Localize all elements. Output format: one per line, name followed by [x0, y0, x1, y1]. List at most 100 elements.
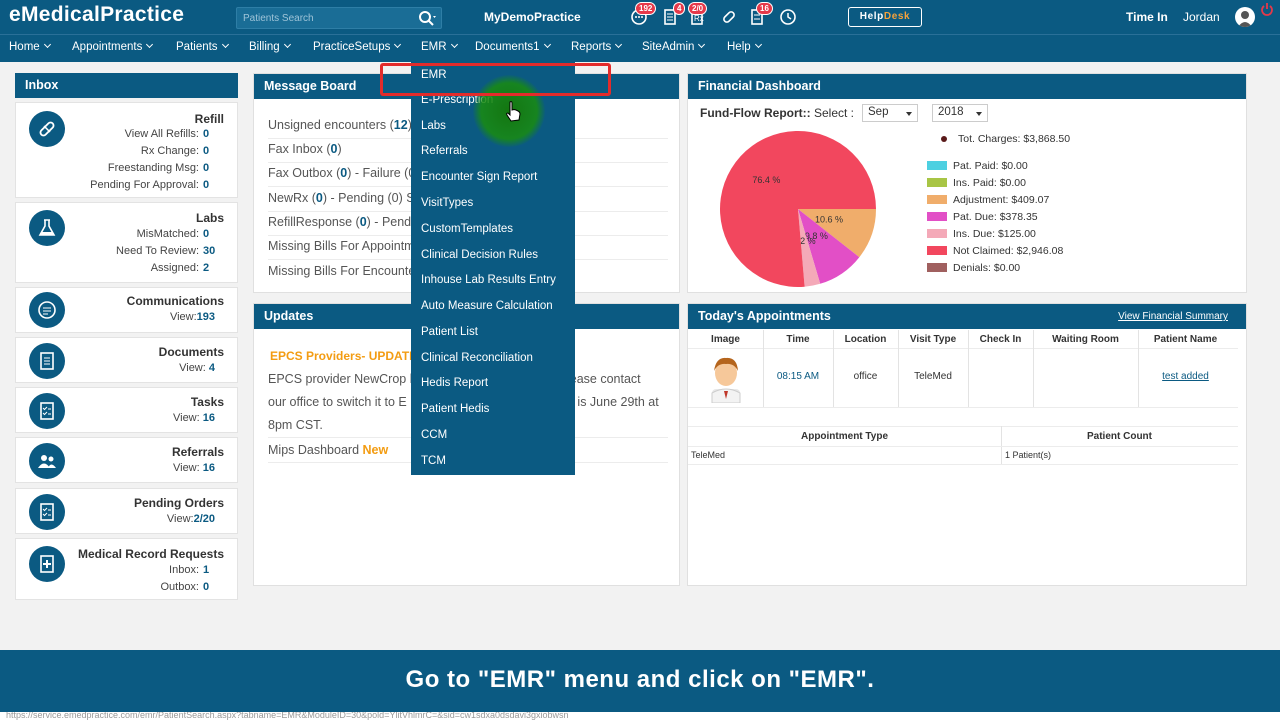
- user-avatar-icon[interactable]: [1235, 7, 1255, 27]
- refill-row-value[interactable]: 0: [203, 179, 215, 191]
- documents-view[interactable]: View: 4: [179, 362, 215, 374]
- refill-row-label[interactable]: Freestanding Msg:: [108, 162, 199, 174]
- menu-item-tcm[interactable]: TCM: [421, 455, 446, 467]
- nav-label: Reports: [571, 41, 612, 53]
- menu-item-clinical-decision-rules[interactable]: Clinical Decision Rules: [421, 249, 538, 261]
- labs-row-label[interactable]: Need To Review:: [116, 245, 199, 257]
- nav-billing[interactable]: Billing: [249, 40, 291, 53]
- menu-item-customtemplates[interactable]: CustomTemplates: [421, 223, 513, 235]
- message-count: 12: [393, 118, 408, 132]
- medical-records-row-value[interactable]: 1: [203, 564, 215, 576]
- legend-item[interactable]: Denials: $0.00: [927, 262, 1020, 274]
- mips-dashboard-link[interactable]: Mips Dashboard New: [268, 443, 388, 457]
- refill-row-label[interactable]: Pending For Approval:: [90, 179, 199, 191]
- menu-item-patient-hedis[interactable]: Patient Hedis: [421, 403, 489, 415]
- legend-item[interactable]: Adjustment: $409.07: [927, 194, 1049, 206]
- legend-item[interactable]: Pat. Due: $378.35: [927, 211, 1038, 223]
- nav-patients[interactable]: Patients: [176, 40, 229, 53]
- menu-item-patient-list[interactable]: Patient List: [421, 326, 478, 338]
- refill-row-label[interactable]: View All Refills:: [125, 128, 199, 140]
- practice-name[interactable]: MyDemoPractice: [484, 10, 581, 24]
- helpdesk-button[interactable]: HelpDesk: [848, 7, 922, 27]
- pill-icon: [29, 111, 65, 147]
- view-value: 2/20: [193, 513, 215, 525]
- labs-row-label[interactable]: MisMatched:: [137, 228, 199, 240]
- message-row[interactable]: Unsigned encounters (12): [268, 118, 412, 132]
- menu-item-inhouse-lab-results[interactable]: Inhouse Lab Results Entry: [421, 274, 556, 286]
- col-header[interactable]: Waiting Room: [1033, 334, 1138, 345]
- tutorial-caption: Go to "EMR" menu and click on "EMR".: [0, 650, 1280, 712]
- nav-home[interactable]: Home: [9, 40, 51, 53]
- total-charges: Tot. Charges: $3,868.50: [940, 133, 1070, 145]
- nav-help[interactable]: Help: [727, 40, 762, 53]
- legend-swatch: [927, 212, 947, 221]
- pill-icon[interactable]: [720, 8, 738, 26]
- year-select[interactable]: 2018: [932, 104, 988, 122]
- nav-emr[interactable]: EMR: [421, 40, 458, 53]
- refill-row-label[interactable]: Rx Change:: [141, 145, 199, 157]
- legend-item[interactable]: Pat. Paid: $0.00: [927, 160, 1028, 172]
- medical-records-row-label[interactable]: Inbox:: [169, 564, 199, 576]
- time-in-button[interactable]: Time In: [1126, 10, 1168, 24]
- menu-item-auto-measure[interactable]: Auto Measure Calculation: [421, 300, 553, 312]
- message-row[interactable]: NewRx (0) - Pending (0) S: [268, 191, 415, 205]
- month-select[interactable]: Sep: [862, 104, 918, 122]
- menu-item-encounter-sign-report[interactable]: Encounter Sign Report: [421, 171, 537, 183]
- labs-row-label[interactable]: Assigned:: [151, 262, 199, 274]
- col-header[interactable]: Patient Name: [1138, 334, 1233, 345]
- message-row[interactable]: RefillResponse (0) - Pendi: [268, 215, 414, 229]
- divider: [898, 330, 899, 408]
- divider: [833, 330, 834, 408]
- appointment-patient-link[interactable]: test added: [1138, 371, 1233, 382]
- col-header[interactable]: Location: [833, 334, 898, 345]
- medical-records-row-label[interactable]: Outbox:: [160, 581, 199, 593]
- helpdesk-label-b: Desk: [883, 11, 911, 22]
- power-icon[interactable]: [1260, 2, 1274, 16]
- user-name[interactable]: Jordan: [1183, 10, 1220, 24]
- nav-appointments[interactable]: Appointments: [72, 40, 154, 53]
- menu-item-clinical-reconciliation[interactable]: Clinical Reconciliation: [421, 352, 533, 364]
- clock-icon[interactable]: [779, 8, 797, 26]
- nav-documents[interactable]: Documents1: [475, 40, 551, 53]
- menu-item-ccm[interactable]: CCM: [421, 429, 447, 441]
- labs-row-value[interactable]: 30: [203, 245, 215, 257]
- communications-view[interactable]: View:193: [170, 311, 215, 323]
- update-text: n is June 29th at: [567, 395, 659, 409]
- col-header[interactable]: Time: [763, 334, 833, 345]
- svg-text:Rx: Rx: [694, 14, 704, 23]
- col-header[interactable]: Check In: [968, 334, 1033, 345]
- message-row[interactable]: Fax Outbox (0) - Failure (0: [268, 166, 415, 180]
- patient-avatar-icon[interactable]: [704, 351, 748, 403]
- legend-item[interactable]: Ins. Due: $125.00: [927, 228, 1036, 240]
- patient-search-input[interactable]: [237, 8, 413, 28]
- nav-practicesetups[interactable]: PracticeSetups: [313, 40, 402, 53]
- nav-reports[interactable]: Reports: [571, 40, 623, 53]
- search-icon[interactable]: [418, 10, 436, 26]
- message-row[interactable]: Fax Inbox (0): [268, 142, 342, 156]
- app-logo[interactable]: eMedicalPractice: [9, 3, 184, 27]
- menu-item-referrals[interactable]: Referrals: [421, 145, 468, 157]
- pie-slice-label: 76.4 %: [752, 175, 780, 185]
- appointment-time[interactable]: 08:15 AM: [763, 371, 833, 382]
- tasks-view[interactable]: View: 16: [173, 412, 215, 424]
- message-row[interactable]: Missing Bills For Encounte: [268, 264, 415, 278]
- update-headline[interactable]: EPCS Providers- UPDATE: [270, 349, 417, 363]
- menu-item-visittypes[interactable]: VisitTypes: [421, 197, 473, 209]
- menu-item-hedis-report[interactable]: Hedis Report: [421, 377, 488, 389]
- legend-item[interactable]: Ins. Paid: $0.00: [927, 177, 1026, 189]
- referrals-view[interactable]: View: 16: [173, 462, 215, 474]
- refill-row-value[interactable]: 0: [203, 128, 215, 140]
- refill-row-value[interactable]: 0: [203, 162, 215, 174]
- labs-row-value[interactable]: 2: [203, 262, 215, 274]
- document-icon: [29, 343, 65, 379]
- medical-records-row-value[interactable]: 0: [203, 581, 215, 593]
- pending-orders-view[interactable]: View:2/20: [167, 513, 215, 525]
- labs-row-value[interactable]: 0: [203, 228, 215, 240]
- refill-row-value[interactable]: 0: [203, 145, 215, 157]
- view-financial-summary-link[interactable]: View Financial Summary: [1118, 311, 1228, 322]
- message-row[interactable]: Missing Bills For Appointm: [268, 239, 415, 253]
- col-header[interactable]: Visit Type: [898, 334, 968, 345]
- nav-siteadmin[interactable]: SiteAdmin: [642, 40, 706, 53]
- menu-item-labs[interactable]: Labs: [421, 120, 446, 132]
- legend-item[interactable]: Not Claimed: $2,946.08: [927, 245, 1063, 257]
